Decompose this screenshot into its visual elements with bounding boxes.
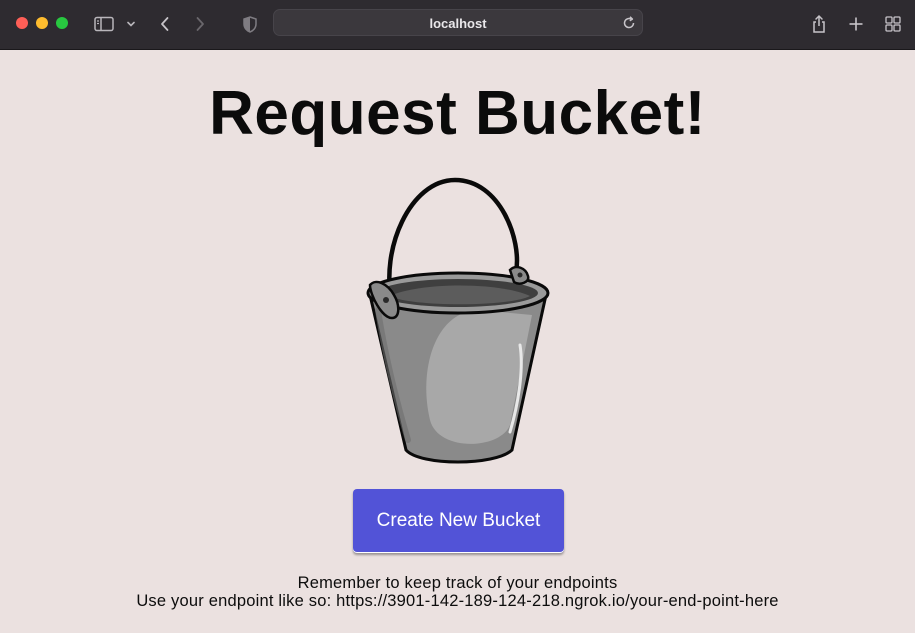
close-window-button[interactable] <box>16 17 28 29</box>
forward-icon[interactable] <box>188 12 212 36</box>
page-title: Request Bucket! <box>209 79 706 148</box>
bucket-image <box>366 177 550 464</box>
sidebar-icon[interactable] <box>92 12 116 36</box>
address-bar[interactable]: localhost <box>273 9 643 36</box>
address-bar-text: localhost <box>429 16 487 31</box>
minimize-window-button[interactable] <box>36 17 48 29</box>
back-icon[interactable] <box>153 12 177 36</box>
browser-toolbar: localhost <box>0 0 915 50</box>
shield-icon[interactable] <box>238 12 262 36</box>
share-icon[interactable] <box>807 12 831 36</box>
tab-overview-icon[interactable] <box>881 12 905 36</box>
endpoint-reminder-text: Remember to keep track of your endpoints <box>297 574 618 592</box>
endpoint-usage-text: Use your endpoint like so: https://3901-… <box>136 592 779 610</box>
zoom-window-button[interactable] <box>56 17 68 29</box>
reload-icon[interactable] <box>621 15 637 31</box>
new-tab-icon[interactable] <box>844 12 868 36</box>
create-new-bucket-button[interactable]: Create New Bucket <box>353 489 564 553</box>
chevron-down-icon[interactable] <box>120 12 142 36</box>
